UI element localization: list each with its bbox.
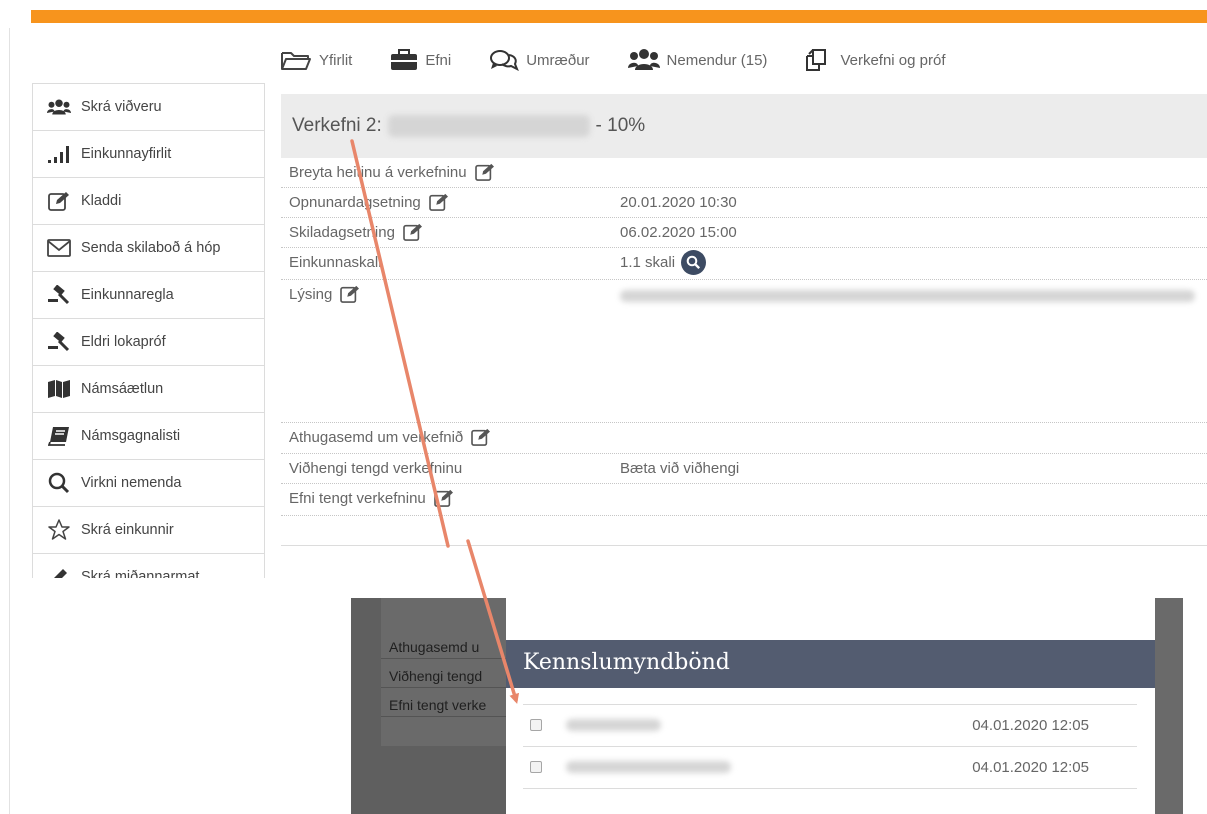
tab-label: Yfirlit	[319, 51, 353, 69]
checkbox[interactable]	[530, 719, 542, 731]
edit-icon	[47, 190, 71, 212]
edit-icon[interactable]	[428, 193, 449, 211]
tab-label: Nemendur (15)	[666, 51, 768, 69]
sidebar-item-label: Skrá einkunnir	[81, 522, 174, 538]
gavel-icon	[47, 284, 71, 306]
row-vidhengi: Viðhengi tengd verkefninu Bæta við viðhe…	[281, 454, 1207, 484]
copy-icon	[806, 49, 827, 71]
row-label: Lýsing	[289, 286, 333, 303]
folder-open-icon	[281, 52, 311, 70]
dialog-title: Kennslumyndbönd	[506, 640, 1155, 688]
sidebar-item-skra-einkunnir[interactable]: Skrá einkunnir	[33, 507, 264, 554]
sidebar-item-label: Einkunnayfirlit	[81, 146, 172, 162]
assignment-title: Verkefni 2: Hluti af lesa og efnisefni -…	[281, 94, 1207, 158]
row-label: Breyta heitinu á verkefninu	[289, 164, 467, 181]
page-left-border	[9, 28, 10, 814]
checkbox[interactable]	[530, 761, 542, 773]
sidebar-item-label: Virkni nemenda	[81, 475, 182, 491]
inset-right-edge	[1153, 598, 1183, 814]
edit-icon[interactable]	[433, 489, 454, 507]
tab-efni[interactable]: Efni	[390, 49, 451, 71]
video-date: 04.01.2020 12:05	[972, 716, 1089, 734]
row-skiladagsetning: Skiladagsetning 06.02.2020 15:00	[281, 218, 1207, 248]
tab-verkefni-og-prof[interactable]: Verkefni og próf	[805, 48, 946, 72]
sidebar-item-label: Einkunnaregla	[81, 287, 174, 303]
row-athugasemd: Athugasemd um verkefnið	[281, 423, 1207, 454]
row-einkunnaskali: Einkunnaskali 1.1 skali	[281, 248, 1207, 280]
add-attachment-link[interactable]: Bæta við viðhengi	[620, 460, 739, 477]
signal-bars-icon	[47, 143, 71, 165]
assignment-panel: Verkefni 2: Hluti af lesa og efnisefni -…	[281, 94, 1207, 546]
edit-icon[interactable]	[471, 428, 491, 446]
sidebar-item-label: Skrá miðannarmat	[81, 569, 200, 578]
divider	[523, 788, 1137, 789]
blurred-video-title	[566, 719, 661, 731]
video-dialog: Kennslumyndbönd 04.01.2020 12:05 04.01.2…	[506, 598, 1155, 814]
row-label: Einkunnaskali	[289, 254, 382, 271]
row-label: Opnunardagsetning	[289, 194, 421, 211]
sidebar-item-einkunnaregla[interactable]: Einkunnaregla	[33, 272, 264, 319]
edit-icon[interactable]	[474, 163, 495, 181]
sidebar-item-namsgagnalisti[interactable]: Námsgagnalisti	[33, 413, 264, 460]
sidebar-item-namsaaetlun[interactable]: Námsáætlun	[33, 366, 264, 413]
top-accent-bar	[31, 10, 1207, 23]
sidebar-item-label: Skrá viðveru	[81, 99, 162, 115]
sidebar-item-skra-midannarmat[interactable]: Skrá miðannarmat	[33, 554, 264, 578]
tab-nemendur[interactable]: Nemendur (15)	[627, 48, 768, 72]
search-icon[interactable]	[681, 250, 707, 275]
sidebar-item-label: Námsáætlun	[81, 381, 164, 397]
row-opnunardagsetning: Opnunardagsetning 20.01.2020 10:30	[281, 188, 1207, 218]
row-efni-tengt: Efni tengt verkefninu	[281, 484, 1207, 516]
map-icon	[47, 378, 71, 400]
book-icon	[47, 425, 71, 447]
edit-icon[interactable]	[340, 285, 360, 303]
sidebar-item-skra-vidveru[interactable]: Skrá viðveru	[33, 84, 264, 131]
assignment-title-suffix: - 10%	[595, 115, 646, 136]
row-label: Athugasemd um verkefnið	[289, 429, 464, 446]
list-item: 04.01.2020 12:05	[530, 705, 1137, 745]
row-label: Efni tengt verkefninu	[289, 490, 426, 507]
tab-label: Efni	[425, 51, 452, 69]
sidebar-item-eldri-lokaprof[interactable]: Eldri lokapróf	[33, 319, 264, 366]
chat-bubbles-icon	[490, 50, 520, 71]
sidebar-item-senda-skilabod[interactable]: Senda skilaboð á hóp	[33, 225, 264, 272]
sidebar-item-virkni-nemenda[interactable]: Virkni nemenda	[33, 460, 264, 507]
course-tabs: Yfirlit Efni Umræður Nemendur (15) Verke…	[280, 40, 946, 80]
sidebar-item-label: Senda skilaboð á hóp	[81, 240, 221, 256]
users-icon	[627, 49, 660, 70]
assignment-title-prefix: Verkefni 2:	[292, 115, 382, 136]
sidebar-item-label: Námsgagnalisti	[81, 428, 181, 444]
list-item: 04.01.2020 12:05	[530, 747, 1137, 787]
tab-yfirlit[interactable]: Yfirlit	[280, 49, 352, 71]
row-label: Skiladagsetning	[289, 224, 395, 241]
blurred-assignment-name: Hluti af lesa og efnisefni	[387, 115, 590, 137]
sidebar-item-kladdi[interactable]: Kladdi	[33, 178, 264, 225]
sidebar-item-einkunnayfirlit[interactable]: Einkunnayfirlit	[33, 131, 264, 178]
due-date-value: 06.02.2020 15:00	[620, 224, 737, 241]
gavel-icon	[47, 331, 71, 353]
grade-scale-value: 1.1 skali	[620, 254, 676, 271]
row-label: Viðhengi tengd verkefninu	[289, 460, 463, 477]
tab-umraedur[interactable]: Umræður	[489, 49, 590, 71]
envelope-icon	[47, 237, 71, 259]
pencil-icon	[47, 566, 71, 578]
star-icon	[47, 519, 71, 541]
sidebar: Skrá viðveru Einkunnayfirlit Kladdi Send…	[32, 83, 265, 578]
tab-label: Umræður	[526, 51, 590, 69]
sidebar-item-label: Eldri lokapróf	[81, 334, 166, 350]
users-icon	[47, 96, 71, 118]
open-date-value: 20.01.2020 10:30	[620, 194, 737, 211]
search-icon	[47, 472, 71, 494]
video-date: 04.01.2020 12:05	[972, 758, 1089, 776]
row-lysing: Lýsing	[281, 280, 1207, 423]
sidebar-item-label: Kladdi	[81, 193, 122, 209]
blurred-video-title	[566, 761, 731, 773]
briefcase-icon	[391, 49, 418, 70]
blurred-description	[620, 290, 1195, 302]
tab-label: Verkefni og próf	[840, 51, 946, 69]
edit-icon[interactable]	[403, 223, 423, 241]
row-breyta-heiti: Breyta heitinu á verkefninu	[281, 158, 1207, 188]
